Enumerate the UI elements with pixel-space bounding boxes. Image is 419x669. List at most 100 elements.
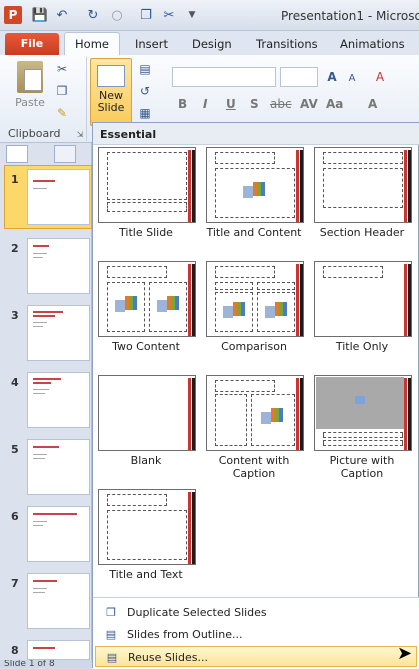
layout-name: Title and Text [109,568,183,581]
layout-title-and-content[interactable]: Title and Content [203,147,305,255]
undo-icon[interactable]: ↶ [53,6,71,24]
menu-item-label: Slides from Outline... [127,628,243,641]
layout-blank[interactable]: Blank [95,375,197,483]
layout-title-slide[interactable]: Title Slide [95,147,197,255]
content-placeholder-icon [243,182,267,200]
slides-tab-icon[interactable] [6,145,28,163]
layout-thumbnail [314,147,412,223]
tab-animations[interactable]: Animations [340,37,405,51]
slide-thumbnail[interactable] [27,573,90,629]
outline-tab-icon[interactable] [54,145,76,163]
strikethrough-button[interactable]: abc [270,97,292,111]
tab-home[interactable]: Home [64,32,120,56]
layout-thumbnail [206,375,304,451]
status-slide-count: Slide 1 of 8 [0,660,92,668]
tab-file[interactable]: File [5,33,59,55]
layout-content-with-caption[interactable]: Content with Caption [203,375,305,483]
layout-comparison[interactable]: Comparison [203,261,305,369]
reuse-slides-icon: ▤ [106,651,118,664]
layout-name: Content with Caption [218,454,290,480]
slide-thumbnail[interactable] [27,305,90,361]
slide-number: 2 [11,242,19,255]
menu-item-label: Reuse Slides... [128,651,208,664]
paste-button[interactable]: Paste [8,59,52,123]
layout-thumbnail [98,261,196,337]
layout-name: Picture with Caption [329,454,395,480]
powerpoint-app-icon[interactable]: P [4,6,22,24]
copy-icon[interactable]: ❐ [137,6,155,24]
layout-thumbnail [206,261,304,337]
layout-two-content[interactable]: Two Content [95,261,197,369]
layout-name: Title Slide [119,226,173,239]
slide-thumbnail[interactable] [27,640,90,660]
font-name-combo[interactable] [172,67,276,87]
slide-number: 3 [11,309,19,322]
repeat-icon[interactable]: ↻ [84,6,102,24]
group-divider [86,57,87,141]
reuse-slides-item[interactable]: ▤ Reuse Slides... [95,646,417,667]
outline-icon: ▤ [105,628,117,641]
save-icon[interactable]: 💾 [31,6,49,24]
new-slide-button[interactable]: New Slide [90,58,132,126]
layout-name: Two Content [112,340,180,353]
reset-icon[interactable]: ↺ [137,83,153,99]
content-placeholder-icon [265,302,289,320]
slide-number: 6 [11,510,19,523]
picture-icon [355,396,365,404]
shrink-font-icon[interactable]: A [344,71,360,87]
layout-section-header[interactable]: Section Header [311,147,413,255]
content-placeholder-icon [115,296,139,314]
section-icon[interactable]: ▦ [137,105,153,121]
underline-button[interactable]: U [226,97,236,111]
layout-title-only[interactable]: Title Only [311,261,413,369]
menu-item-label: Duplicate Selected Slides [127,606,267,619]
layout-title-and-text[interactable]: Title and Text [95,489,197,597]
italic-button[interactable]: I [203,97,207,111]
slide-thumbnail[interactable] [27,506,90,562]
format-painter-icon[interactable]: ✎ [54,105,70,121]
layout-icon[interactable]: ▤ [137,61,153,77]
gallery-section-header: Essential [93,123,419,145]
layout-thumbnail [98,147,196,223]
char-spacing-button[interactable]: AV [300,97,318,111]
bold-button[interactable]: B [178,97,187,111]
new-slide-label-line2: Slide [97,101,125,114]
font-size-combo[interactable] [280,67,318,87]
layout-name: Title Only [335,340,389,353]
slide-number: 1 [11,173,19,186]
customize-qat-chevron-icon[interactable]: ▼ [183,6,201,24]
new-slide-layout-gallery: Essential Title Slide Title and Content … [92,122,419,669]
copy-icon[interactable]: ❐ [54,83,70,99]
layout-thumbnail [98,489,196,565]
slides-from-outline-item[interactable]: ▤ Slides from Outline... [95,624,417,645]
tab-insert[interactable]: Insert [135,37,168,51]
duplicate-selected-slides-item[interactable]: ❐ Duplicate Selected Slides [95,602,417,623]
layout-name: Title and Content [206,226,302,239]
slide-thumbnail[interactable] [27,439,90,495]
slide-thumbnail[interactable] [27,169,90,225]
tab-transitions[interactable]: Transitions [256,37,318,51]
grow-font-icon[interactable]: A [324,69,340,85]
window-title: Presentation1 - Microso [281,9,419,23]
shapes-icon[interactable]: ○ [108,6,126,24]
cut-icon[interactable]: ✂ [160,6,178,24]
panel-tabs [4,145,88,163]
layout-thumbnail [314,375,412,451]
new-slide-icon [97,65,125,87]
paste-label: Paste [15,96,45,109]
content-placeholder-icon [261,408,285,426]
layout-name: Section Header [319,226,405,239]
title-bar: P 💾 ↶ ↻ ○ ❐ ✂ ▼ Presentation1 - Microso [0,0,419,31]
clipboard-group-label: Clipboard [8,127,61,140]
font-color-button[interactable]: A [368,97,377,111]
cut-icon[interactable]: ✂ [54,61,70,77]
slide-thumbnail[interactable] [27,372,90,428]
tab-design[interactable]: Design [192,37,232,51]
slide-number: 8 [11,644,19,657]
text-shadow-button[interactable]: S [250,97,259,111]
layout-picture-with-caption[interactable]: Picture with Caption [311,375,413,483]
clear-formatting-icon[interactable]: A [372,69,388,85]
slide-thumbnail[interactable] [27,238,90,294]
new-slide-menu: ❐ Duplicate Selected Slides ▤ Slides fro… [93,597,419,669]
change-case-button[interactable]: Aa [326,97,343,111]
